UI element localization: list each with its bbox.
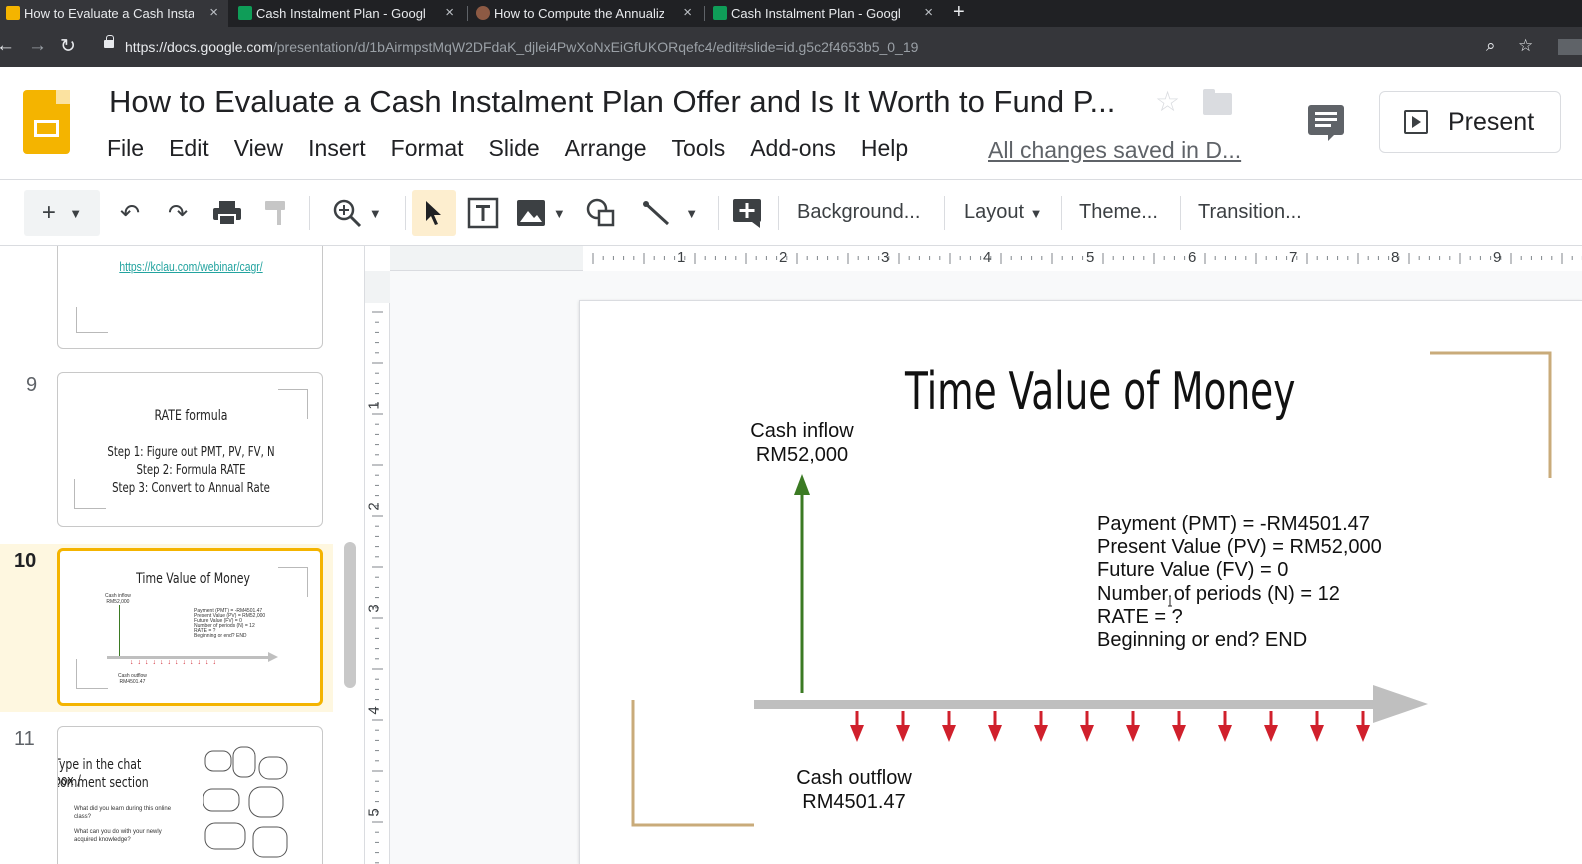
payment-arrow-head [850,725,864,742]
outflow-label-text: Cash outflow [796,767,912,789]
payment-arrow-head [896,725,910,742]
payment-arrow-head [1126,725,1140,742]
payment-arrow-head [1080,725,1094,742]
frame-corner-top-right [1430,351,1552,478]
cash-outflow-label[interactable]: Cash outflow RM4501.47 [784,766,924,814]
payment-arrow-head [1356,725,1370,742]
payment-arrow-head [942,725,956,742]
frame-corner-bottom-left [631,700,754,827]
payment-arrow-head [988,725,1002,742]
fv-line: Future Value (FV) = 0 [1097,559,1289,582]
outflow-arrows [850,711,1370,742]
payment-arrow-head [1218,725,1232,742]
payment-arrow-head [1172,725,1186,742]
timeline-arrow-head[interactable] [1373,685,1428,723]
inflow-label-text: Cash inflow [750,420,854,442]
timing-line: Beginning or end? END [1097,629,1308,652]
inflow-arrow-head[interactable] [794,474,810,495]
payment-arrow-head [1264,725,1278,742]
pmt-line: Payment (PMT) = -RM4501.47 [1097,513,1370,535]
calculation-textbox[interactable]: Payment (PMT) = -RM4501.47 Present Value… [1097,513,1382,652]
pv-line: Present Value (PV) = RM52,000 [1097,536,1382,559]
payment-arrow-head [1034,725,1048,742]
slide-title[interactable]: Time Value of Money [905,362,1295,422]
outflow-amount-text: RM4501.47 [802,791,906,813]
timeline-bar[interactable] [754,700,1378,709]
n-line: Number of periods (N) = 12 [1097,582,1340,605]
cash-inflow-label[interactable]: Cash inflow RM52,000 [740,419,864,467]
payment-arrow-head [1310,725,1324,742]
rate-line: RATE = ? [1097,605,1183,628]
inflow-amount-text: RM52,000 [755,444,849,466]
